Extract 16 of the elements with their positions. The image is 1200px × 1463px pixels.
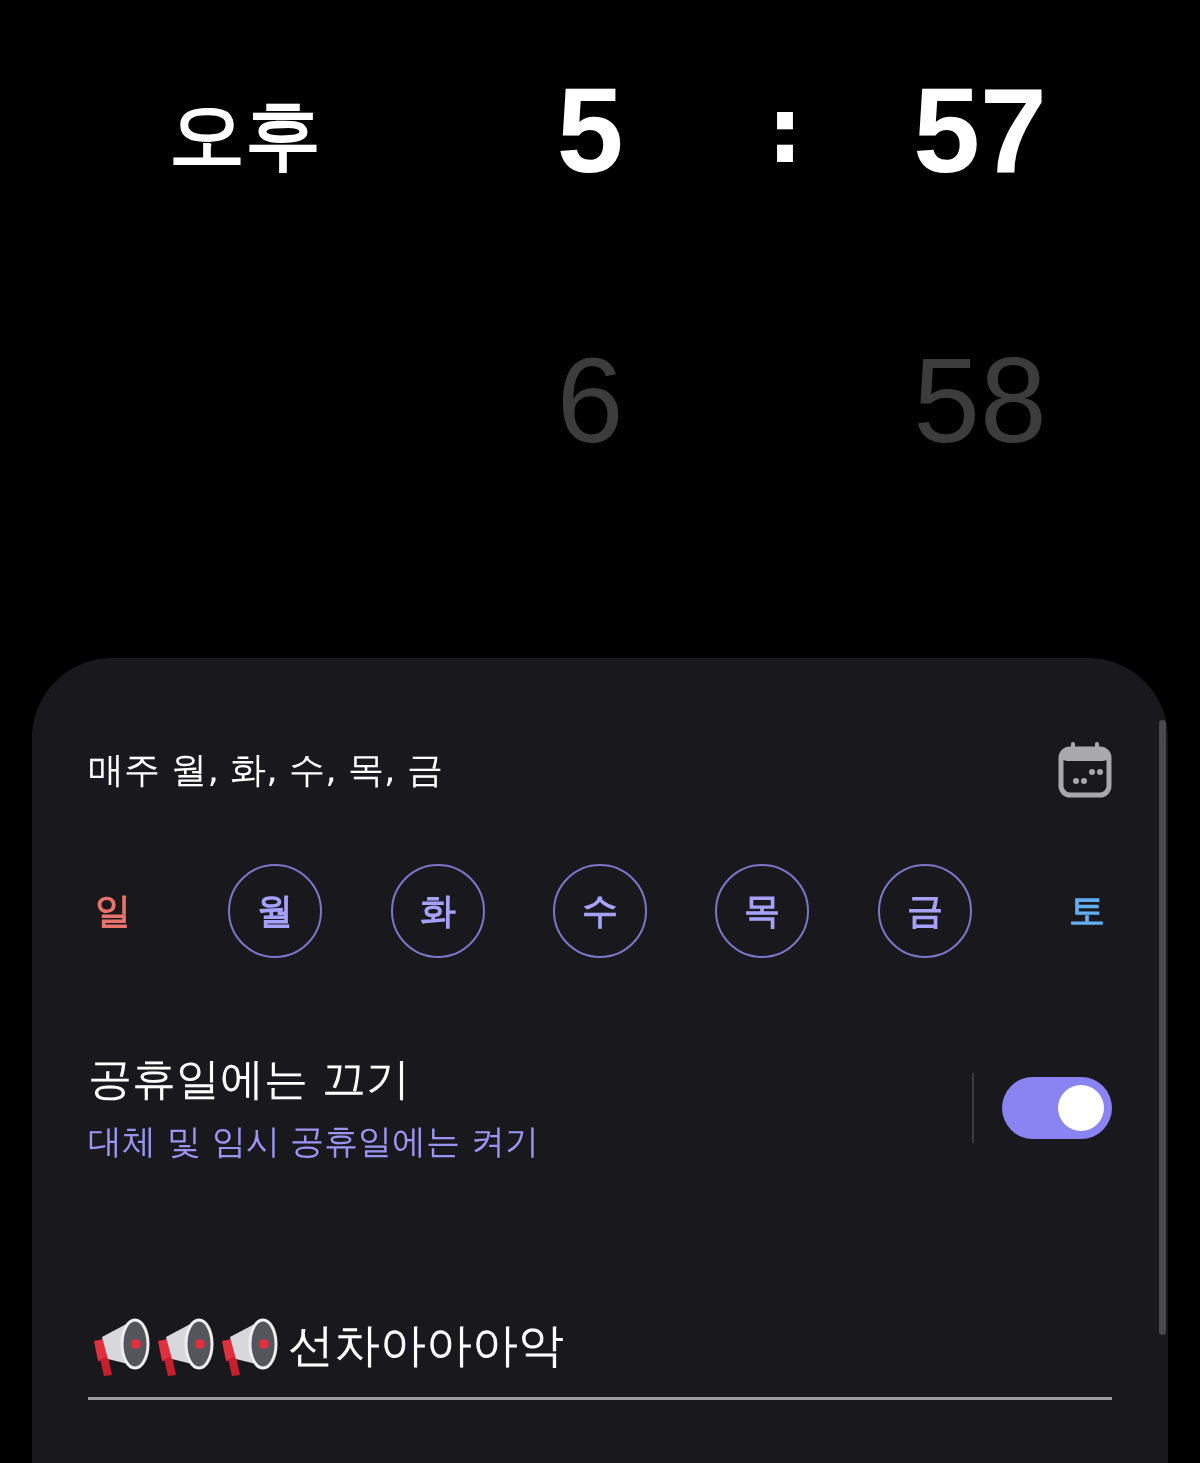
holiday-subtitle[interactable]: 대체 및 임시 공휴일에는 켜기: [88, 1119, 972, 1165]
alarm-name-field[interactable]: 선차아아아악: [88, 1315, 1112, 1400]
repeat-summary: 매주 월, 화, 수, 목, 금: [88, 747, 443, 792]
day-button[interactable]: 월: [228, 864, 323, 958]
time-separator: :: [767, 77, 803, 183]
meridiem-label[interactable]: 오후: [169, 72, 321, 188]
day-button[interactable]: 금: [877, 864, 972, 958]
day-button[interactable]: 토: [1039, 864, 1134, 958]
minute-value[interactable]: 57: [913, 61, 1047, 199]
day-button[interactable]: 화: [390, 864, 485, 958]
calendar-icon[interactable]: [1058, 742, 1112, 798]
day-button[interactable]: 일: [66, 864, 160, 958]
day-button[interactable]: 수: [553, 864, 647, 958]
day-button[interactable]: 목: [715, 864, 810, 958]
holiday-title: 공휴일에는 끄기: [88, 1052, 411, 1106]
hour-value[interactable]: 5: [556, 61, 624, 199]
